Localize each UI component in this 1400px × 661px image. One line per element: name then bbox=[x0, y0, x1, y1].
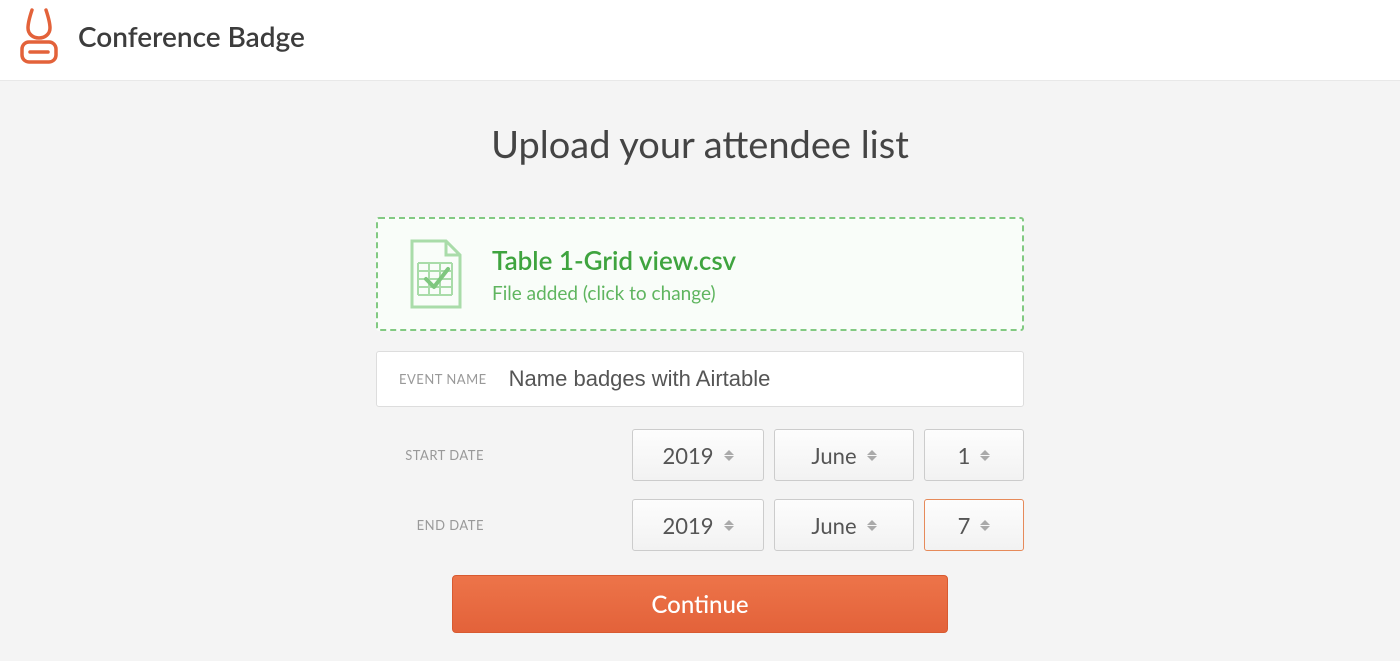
end-day-value: 7 bbox=[958, 512, 971, 539]
start-month-select[interactable]: June bbox=[774, 429, 914, 481]
end-day-select[interactable]: 7 bbox=[924, 499, 1024, 551]
brand-logo[interactable]: Conference Badge bbox=[18, 8, 305, 64]
start-day-select[interactable]: 1 bbox=[924, 429, 1024, 481]
main-area: Upload your attendee list bbox=[0, 81, 1400, 661]
upload-text: Table 1-Grid view.csv File added (click … bbox=[492, 244, 736, 305]
file-upload-box[interactable]: Table 1-Grid view.csv File added (click … bbox=[376, 217, 1024, 331]
page-title: Upload your attendee list bbox=[0, 121, 1400, 167]
stepper-icon bbox=[724, 450, 734, 461]
badge-logo-icon bbox=[18, 8, 60, 64]
stepper-icon bbox=[980, 520, 990, 531]
event-name-input[interactable] bbox=[509, 366, 1001, 392]
start-date-label: START DATE bbox=[405, 447, 484, 463]
end-year-select[interactable]: 2019 bbox=[632, 499, 764, 551]
upload-hint: File added (click to change) bbox=[492, 282, 736, 305]
end-month-select[interactable]: June bbox=[774, 499, 914, 551]
start-year-value: 2019 bbox=[662, 442, 713, 469]
end-date-row: END DATE 2019 June 7 bbox=[376, 499, 1024, 551]
start-month-value: June bbox=[811, 442, 856, 469]
brand-name: Conference Badge bbox=[78, 19, 305, 53]
end-month-value: June bbox=[811, 512, 856, 539]
start-day-value: 1 bbox=[958, 442, 971, 469]
stepper-icon bbox=[980, 450, 990, 461]
continue-button[interactable]: Continue bbox=[452, 575, 948, 633]
end-date-label: END DATE bbox=[417, 517, 484, 533]
event-name-label: EVENT NAME bbox=[399, 371, 487, 387]
end-year-value: 2019 bbox=[662, 512, 713, 539]
stepper-icon bbox=[867, 450, 877, 461]
stepper-icon bbox=[867, 520, 877, 531]
event-name-row: EVENT NAME bbox=[376, 351, 1024, 407]
start-date-row: START DATE 2019 June 1 bbox=[376, 429, 1024, 481]
uploaded-filename: Table 1-Grid view.csv bbox=[492, 244, 736, 276]
form-content: Table 1-Grid view.csv File added (click … bbox=[376, 217, 1024, 633]
spreadsheet-file-icon bbox=[408, 239, 464, 309]
header: Conference Badge bbox=[0, 0, 1400, 81]
stepper-icon bbox=[724, 520, 734, 531]
start-year-select[interactable]: 2019 bbox=[632, 429, 764, 481]
